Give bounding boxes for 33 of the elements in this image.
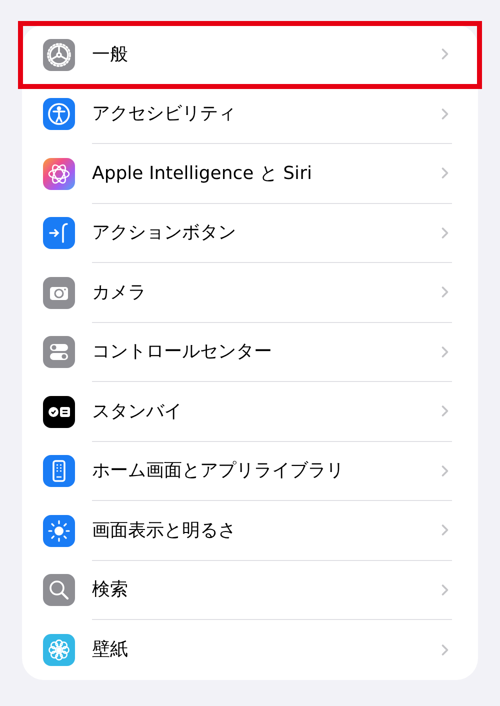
settings-row[interactable]: アクションボタン [22,204,478,263]
orbit-icon [43,158,75,190]
settings-row[interactable]: カメラ [22,263,478,322]
toggles-icon [43,336,75,368]
search-icon [43,574,75,606]
settings-row[interactable]: Apple Intelligence と Siri [22,144,478,204]
action-icon [43,217,75,250]
settings-label: スタンバイ [92,400,183,424]
settings-label: ホーム画面とアプリライブラリ [92,459,345,484]
settings-row[interactable]: スタンバイ [22,382,478,442]
settings-row[interactable]: 検索 [22,560,478,620]
sun-icon [43,514,75,547]
settings-row[interactable]: 画面表示と明るさ [22,501,478,560]
settings-row[interactable]: ホーム画面とアプリライブラリ [22,442,478,501]
settings-label: 検索 [92,578,129,602]
accessibility-icon [43,98,75,130]
camera-icon [43,276,75,309]
phone-icon [43,455,75,488]
gear-icon [43,38,75,71]
settings-label: Apple Intelligence と Siri [92,162,313,186]
clock-icon [43,396,75,428]
settings-row[interactable]: 一般 [22,25,478,84]
settings-label: コントロールセンター [92,340,273,364]
flower-icon [43,634,75,666]
settings-label: 画面表示と明るさ [92,518,237,543]
settings-label: 一般 [92,42,129,67]
settings-row[interactable]: アクセシビリティ [22,84,478,144]
settings-label: アクションボタン [92,221,237,246]
settings-label: アクセシビリティ [92,102,237,126]
settings-label: カメラ [92,280,147,305]
settings-row[interactable]: 壁紙 [22,620,478,680]
settings-row[interactable]: コントロールセンター [22,322,478,382]
settings-label: 壁紙 [92,638,129,662]
